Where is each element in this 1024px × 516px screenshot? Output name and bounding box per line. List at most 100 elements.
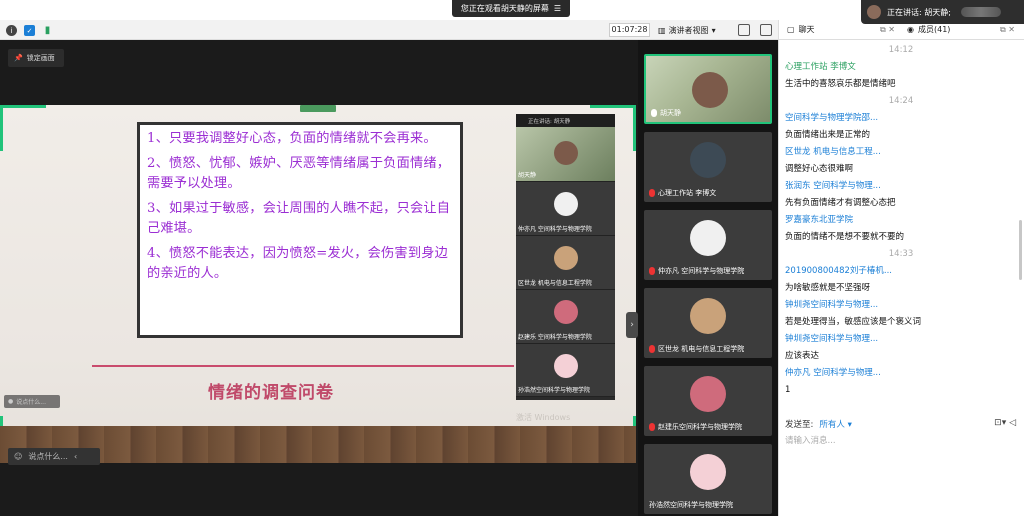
message-sender[interactable]: 罗嘉豪东北亚学院 bbox=[785, 212, 1017, 229]
speaker-level bbox=[960, 7, 1001, 17]
slide-line: 2、愤怒、忧郁、嫉妒、厌恶等情绪属于负面情绪，需要予以处理。 bbox=[147, 156, 451, 191]
menu-icon[interactable]: ☰ bbox=[554, 4, 561, 13]
participant-gallery: 胡天静 心理工作站 李博文 仲亦凡 空间科学与物理学院 区世龙 机电与信息工程学… bbox=[638, 40, 778, 516]
sidebar-toggle-icon[interactable] bbox=[760, 24, 772, 36]
slide-line: 4、愤怒不能表达，因为愤怒=发火，会伤害到身边的亲近的人。 bbox=[147, 246, 448, 281]
mini-tile-label: 赵建乐 空间科学与物理学院 bbox=[518, 334, 592, 341]
lock-view-button[interactable]: 📌 锁定画面 bbox=[8, 49, 64, 67]
message-sender[interactable]: 201900800482刘子椿机... bbox=[785, 263, 1017, 280]
mic-muted-icon bbox=[649, 423, 655, 431]
participant-name: 孙浩然空间科学与物理学院 bbox=[649, 501, 733, 509]
message-text: 为啥敏感就是不坚强呀 bbox=[785, 283, 871, 293]
mini-tile-label: 孙浩然空间科学与物理学院 bbox=[518, 387, 591, 394]
message-sender[interactable]: 区世龙 机电与信息工程... bbox=[785, 144, 1017, 161]
view-label: 演讲者视图 bbox=[668, 25, 709, 35]
participant-label: 心理工作站 李博文 bbox=[649, 188, 716, 198]
message-sender[interactable]: 钟圳尧空间科学与物理... bbox=[785, 297, 1017, 314]
participant-tile[interactable]: 胡天静 bbox=[644, 54, 772, 124]
participant-name: 区世龙 机电与信息工程学院 bbox=[658, 345, 745, 353]
mini-tile[interactable]: 赵建乐 空间科学与物理学院 bbox=[516, 290, 615, 344]
close-icon[interactable]: ⧉ ✕ bbox=[1000, 25, 1015, 35]
mini-header: 正在讲话: 胡天静 bbox=[516, 114, 615, 127]
mini-tile[interactable]: 孙浩然空间科学与物理学院 bbox=[516, 344, 615, 397]
chat-input-bar[interactable]: ☺ 说点什么... ‹ bbox=[8, 448, 100, 465]
collapse-handle[interactable]: › bbox=[626, 312, 638, 338]
slide-line: 1、只要我调整好心态，负面的情绪就不会再来。 bbox=[147, 131, 437, 146]
message-sender[interactable]: 仲亦凡 空间科学与物理... bbox=[785, 365, 1017, 382]
avatar bbox=[554, 192, 578, 216]
pin-icon: 📌 bbox=[14, 54, 23, 62]
view-selector[interactable]: ▥ 演讲者视图 ▾ bbox=[658, 23, 730, 37]
participant-tile[interactable]: 赵建乐空间科学与物理学院 bbox=[644, 366, 772, 436]
mini-tile-label: 胡天静 bbox=[518, 172, 537, 179]
meeting-timer: 01:07:28 bbox=[609, 23, 650, 37]
mini-tile[interactable]: 区世龙 机电与信息工程学院 bbox=[516, 236, 615, 290]
participant-label: 仲亦凡 空间科学与物理学院 bbox=[649, 266, 744, 276]
avatar bbox=[690, 298, 726, 334]
avatar bbox=[554, 354, 578, 378]
mini-tile[interactable]: 胡天静 bbox=[516, 127, 615, 182]
message-time: 14:24 bbox=[888, 96, 914, 106]
recipient-value: 所有人 bbox=[819, 420, 845, 430]
chat-placeholder: 说点什么... bbox=[28, 452, 68, 461]
mic-muted-icon bbox=[649, 267, 655, 275]
tab-members-label: 成员(41) bbox=[917, 25, 951, 34]
participant-tile[interactable]: 仲亦凡 空间科学与物理学院 bbox=[644, 210, 772, 280]
participant-tile[interactable]: 区世龙 机电与信息工程学院 bbox=[644, 288, 772, 358]
slide-chat-input[interactable]: ● 说点什么... bbox=[4, 395, 60, 408]
recipient-select[interactable]: 所有人 ▾ bbox=[819, 418, 851, 430]
lock-view-label: 锁定画面 bbox=[26, 54, 55, 62]
mini-tile-label: 仲亦凡 空间科学与物理学院 bbox=[518, 226, 592, 233]
message-time: 14:33 bbox=[888, 249, 914, 259]
avatar bbox=[554, 300, 578, 324]
avatar bbox=[554, 141, 578, 165]
avatar bbox=[690, 142, 726, 178]
avatar bbox=[690, 376, 726, 412]
members-icon: ◉ bbox=[907, 25, 914, 34]
message-text: 生活中的喜怒哀乐都是情绪吧 bbox=[785, 79, 896, 89]
shield-icon[interactable]: ✓ bbox=[24, 25, 35, 36]
mini-tile[interactable]: 仲亦凡 空间科学与物理学院 bbox=[516, 182, 615, 236]
signal-icon[interactable]: ▮ bbox=[42, 25, 53, 36]
mic-muted-icon bbox=[649, 189, 655, 197]
message-sender[interactable]: 心理工作站 李博文 bbox=[785, 59, 1017, 76]
participant-name: 仲亦凡 空间科学与物理学院 bbox=[658, 267, 745, 275]
message-sender[interactable]: 空间科学与物理学院邵... bbox=[785, 110, 1017, 127]
screen-share-banner: 您正在观看胡天静的屏幕 ☰ bbox=[452, 0, 570, 17]
meeting-window: 您正在观看胡天静的屏幕 ☰ 正在讲话: 胡天静; i ✓ ▮ 01:07:28 … bbox=[0, 0, 1024, 516]
fullscreen-icon[interactable] bbox=[738, 24, 750, 36]
chevron-left-icon[interactable]: ‹ bbox=[74, 452, 77, 461]
close-icon[interactable]: ⧉ ✕ bbox=[880, 25, 895, 35]
meeting-toolbar: i ✓ ▮ 01:07:28 ▥ 演讲者视图 ▾ bbox=[0, 20, 778, 40]
participant-tile[interactable]: 心理工作站 李博文 bbox=[644, 132, 772, 202]
participant-name: 赵建乐空间科学与物理学院 bbox=[658, 423, 742, 431]
message-text: 负面情绪出来是正常的 bbox=[785, 130, 871, 140]
message-time: 14:12 bbox=[888, 45, 914, 55]
participant-tile[interactable]: 孙浩然空间科学与物理学院 bbox=[644, 444, 772, 514]
message-sender[interactable]: 张润东 空间科学与物理... bbox=[785, 178, 1017, 195]
send-to-label: 发送至: bbox=[785, 420, 814, 430]
message-text: 负面的情绪不是想不要就不要的 bbox=[785, 232, 905, 242]
info-icon[interactable]: i bbox=[6, 25, 17, 36]
shared-screen: 📌 锁定画面 1、只要我调整好心态，负面的情绪就不会再来。 2、愤怒、忧郁、嫉妒… bbox=[0, 40, 638, 516]
participant-name: 胡天静 bbox=[660, 109, 681, 117]
activate-windows-watermark: 激活 Windows bbox=[516, 413, 571, 422]
chat-message-input[interactable]: 请输入消息... bbox=[785, 434, 836, 446]
slide-chat-placeholder: 说点什么... bbox=[16, 399, 46, 406]
avatar bbox=[867, 5, 881, 19]
emoji-icon[interactable]: ☺ bbox=[14, 452, 22, 461]
attach-icon[interactable]: ⊡▾ ◁ bbox=[994, 418, 1016, 428]
avatar bbox=[692, 72, 728, 108]
message-text: 应该表达 bbox=[785, 351, 820, 361]
mic-icon bbox=[651, 109, 657, 117]
chat-messages: 14:12 心理工作站 李博文生活中的喜怒哀乐都是情绪吧 14:24 空间科学与物理学… bbox=[779, 40, 1024, 412]
message-text: 1 bbox=[785, 385, 791, 395]
layout-icon: ▥ bbox=[658, 25, 666, 35]
scrollbar[interactable] bbox=[1019, 220, 1022, 280]
slide-title: 情绪的调查问卷 bbox=[208, 383, 334, 403]
message-sender[interactable]: 钟圳尧空间科学与物理... bbox=[785, 331, 1017, 348]
chat-bubble-icon: ● bbox=[8, 398, 14, 405]
participant-label: 区世龙 机电与信息工程学院 bbox=[649, 344, 744, 354]
send-to: 发送至: 所有人 ▾ bbox=[785, 418, 1021, 430]
slide-textbox: 1、只要我调整好心态，负面的情绪就不会再来。 2、愤怒、忧郁、嫉妒、厌恶等情绪属… bbox=[137, 122, 463, 338]
